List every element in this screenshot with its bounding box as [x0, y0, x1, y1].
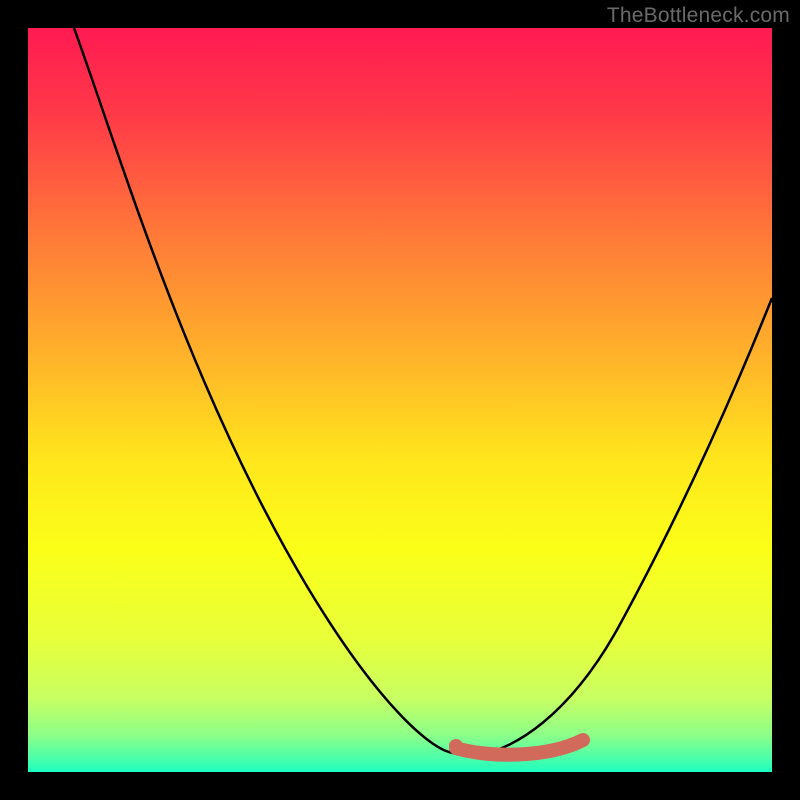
- bottleneck-curve-line: [74, 28, 772, 755]
- optimal-range-highlight: [456, 740, 583, 755]
- chart-stage: TheBottleneck.com: [0, 0, 800, 800]
- chart-svg: [28, 28, 772, 772]
- watermark-text: TheBottleneck.com: [607, 4, 790, 28]
- chart-plot-area: [28, 28, 772, 772]
- optimal-range-start-dot: [449, 739, 463, 753]
